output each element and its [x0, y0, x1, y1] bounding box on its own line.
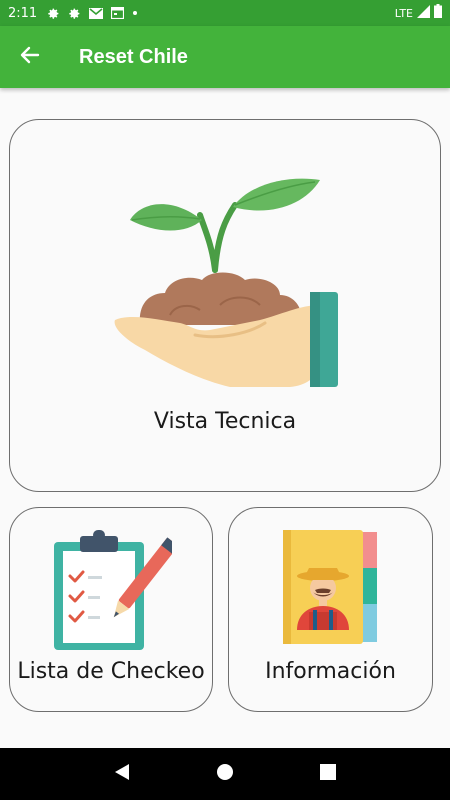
gear-icon	[47, 7, 60, 20]
informacion-label: Información	[265, 659, 396, 684]
nav-home-button[interactable]	[205, 754, 245, 794]
gear-icon	[68, 7, 81, 20]
plant-in-hand-icon	[114, 178, 338, 387]
informacion-card[interactable]: Información	[228, 507, 433, 712]
status-right: LTE	[395, 4, 442, 22]
battery-icon	[434, 4, 442, 22]
back-triangle-icon	[113, 763, 131, 785]
signal-icon	[417, 4, 430, 22]
network-label: LTE	[394, 6, 413, 20]
recents-square-icon	[320, 764, 337, 784]
home-circle-icon	[216, 763, 234, 785]
clipboard-checklist-icon	[54, 530, 172, 650]
vista-tecnica-label: Vista Tecnica	[153, 409, 297, 434]
nav-recents-button[interactable]	[308, 754, 348, 794]
arrow-left-icon	[20, 45, 40, 69]
app-bar: Reset Chile	[0, 26, 450, 88]
farmer-notebook-icon	[283, 530, 377, 644]
gmail-icon	[89, 7, 104, 19]
lista-de-checkeo-label: Lista de Checkeo	[17, 659, 205, 684]
page-title: Reset Chile	[79, 45, 188, 68]
nav-back-button[interactable]	[102, 754, 142, 794]
status-bar: 2:11 LTE	[0, 0, 450, 26]
back-button[interactable]	[0, 26, 60, 88]
dot-icon	[132, 10, 138, 16]
vista-tecnica-card[interactable]: Vista Tecnica	[9, 119, 441, 492]
system-nav-bar	[0, 748, 450, 800]
status-time: 2:11	[8, 5, 38, 21]
calendar-icon	[111, 7, 125, 19]
lista-de-checkeo-card[interactable]: Lista de Checkeo	[9, 507, 213, 712]
